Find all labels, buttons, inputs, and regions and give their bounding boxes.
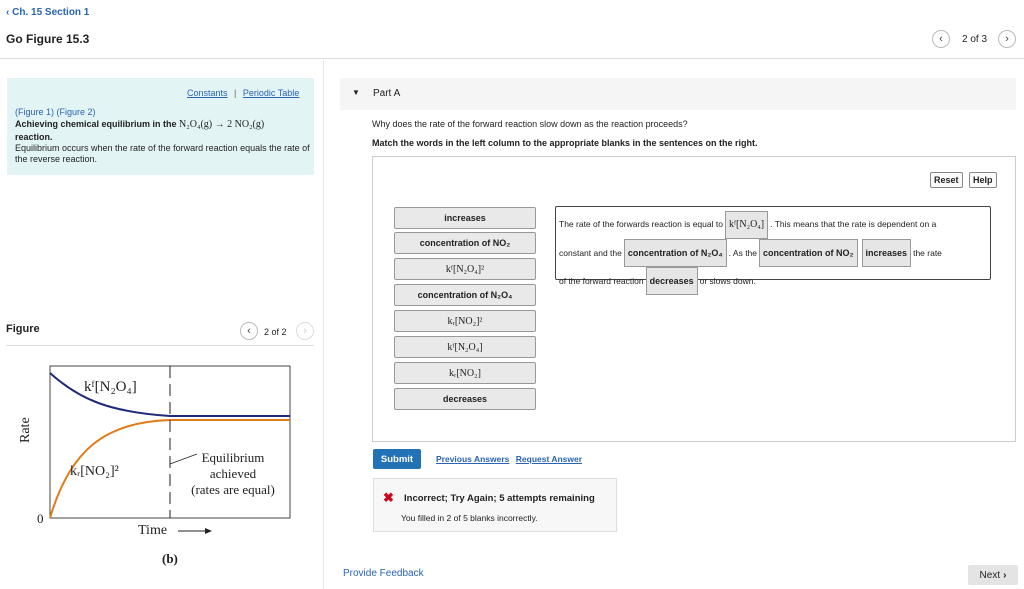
figure2-link[interactable]: (Figure 2) <box>57 107 96 117</box>
prev-item-button[interactable]: ‹ <box>932 30 950 48</box>
feedback-box: ✖ Incorrect; Try Again; 5 attempts remai… <box>373 478 617 532</box>
bank-item-increases[interactable]: increases <box>394 207 536 229</box>
help-button[interactable]: Help <box>969 172 997 188</box>
figure1-link[interactable]: (Figure 1) <box>15 107 54 117</box>
figure-next-button[interactable]: › <box>296 322 314 340</box>
part-header[interactable]: ▼ Part A <box>340 78 1016 110</box>
chevron-right-icon: › <box>1003 569 1007 581</box>
next-item-button[interactable]: › <box>998 30 1016 48</box>
chevron-left-icon: ‹ <box>247 325 251 337</box>
sentence-text-7: or slows down. <box>699 276 756 286</box>
sentence-text-6: of the forward reaction <box>559 276 644 286</box>
y-axis-label: Rate <box>18 417 33 443</box>
blank-1[interactable]: kᶠ[N₂O₄] <box>724 211 769 239</box>
bank-item-concentration-n2o4[interactable]: concentration of N₂O₄ <box>394 284 536 306</box>
item-pager: 2 of 3 <box>962 34 988 45</box>
figure-divider <box>6 345 314 346</box>
sentence-text-1: The rate of the forwards reaction is equ… <box>559 219 723 229</box>
next-button[interactable]: Next › <box>968 565 1018 585</box>
bank-item-kr-no2-squared[interactable]: kᵣ[NO₂]² <box>394 310 536 332</box>
sentence-box: The rate of the forwards reaction is equ… <box>555 206 991 295</box>
reverse-rate-label: kᵣ[NO₂]² <box>70 464 119 479</box>
error-x-icon: ✖ <box>383 490 394 505</box>
sentence-text-4: . As the <box>728 248 758 258</box>
column-divider <box>323 60 324 589</box>
bank-item-kf-n2o4-squared[interactable]: kᶠ[N₂O₄]² <box>394 258 536 280</box>
heading-formula: N₂O₄(g) → 2 NO₂(g) <box>179 119 265 130</box>
chevron-left-icon: ‹ <box>939 33 943 45</box>
part-label: Part A <box>373 88 401 99</box>
equilibrium-annotation: Equilibrium achieved (rates are equal) <box>191 450 275 497</box>
info-heading: Achieving chemical equilibrium in the N₂… <box>15 119 265 142</box>
figure-pager: 2 of 2 <box>264 327 287 337</box>
provide-feedback-link[interactable]: Provide Feedback <box>343 568 424 579</box>
time-arrow-head <box>205 528 212 534</box>
sentence-text-3: constant and the <box>559 248 622 258</box>
question-text: Why does the rate of the forward reactio… <box>372 119 688 129</box>
reset-button[interactable]: Reset <box>930 172 963 188</box>
sentence-text-5: the rate <box>913 248 942 258</box>
figure-label: Figure <box>6 323 40 335</box>
header-divider <box>0 58 1024 59</box>
sentence-text-2: . This means that the rate is dependent … <box>770 219 937 229</box>
info-body: Equilibrium occurs when the rate of the … <box>15 143 310 164</box>
chevron-right-icon: › <box>303 325 307 337</box>
bank-item-decreases[interactable]: decreases <box>394 388 536 410</box>
previous-answers-link[interactable]: Previous Answers <box>436 454 509 464</box>
x-axis-label: Time <box>138 523 168 538</box>
bank-item-kf-n2o4[interactable]: kᶠ[N₂O₄] <box>394 336 536 358</box>
submit-button[interactable]: Submit <box>373 449 421 469</box>
info-panel: Constants | Periodic Table (Figure 1) (F… <box>7 78 314 175</box>
blank-4[interactable]: increases <box>861 239 912 267</box>
forward-rate-label: kᶠ[N₂O₄] <box>84 379 137 395</box>
figure-caption: (b) <box>162 551 178 566</box>
figure-prev-button[interactable]: ‹ <box>240 322 258 340</box>
feedback-title: Incorrect; Try Again; 5 attempts remaini… <box>404 493 595 504</box>
blank-3[interactable]: concentration of NO₂ <box>759 239 858 267</box>
chevron-left-icon: ‹ <box>6 7 10 18</box>
y-axis-zero: 0 <box>37 511 44 526</box>
constants-link[interactable]: Constants <box>187 88 228 98</box>
page-title: Go Figure 15.3 <box>6 32 90 46</box>
link-separator: | <box>234 88 237 98</box>
periodic-table-link[interactable]: Periodic Table <box>243 88 299 98</box>
instruction-text: Match the words in the left column to th… <box>372 138 758 148</box>
blank-2[interactable]: concentration of N₂O₄ <box>623 239 727 267</box>
back-link[interactable]: ‹ Ch. 15 Section 1 <box>6 7 89 18</box>
feedback-detail: You filled in 2 of 5 blanks incorrectly. <box>401 513 538 523</box>
collapse-triangle-icon: ▼ <box>352 88 360 97</box>
chevron-right-icon: › <box>1005 33 1009 45</box>
request-answer-link[interactable]: Request Answer <box>516 454 582 464</box>
blank-5[interactable]: decreases <box>645 267 698 295</box>
bank-item-concentration-no2[interactable]: concentration of NO₂ <box>394 232 536 254</box>
bank-item-kr-no2[interactable]: kᵣ[NO₂] <box>394 362 536 384</box>
